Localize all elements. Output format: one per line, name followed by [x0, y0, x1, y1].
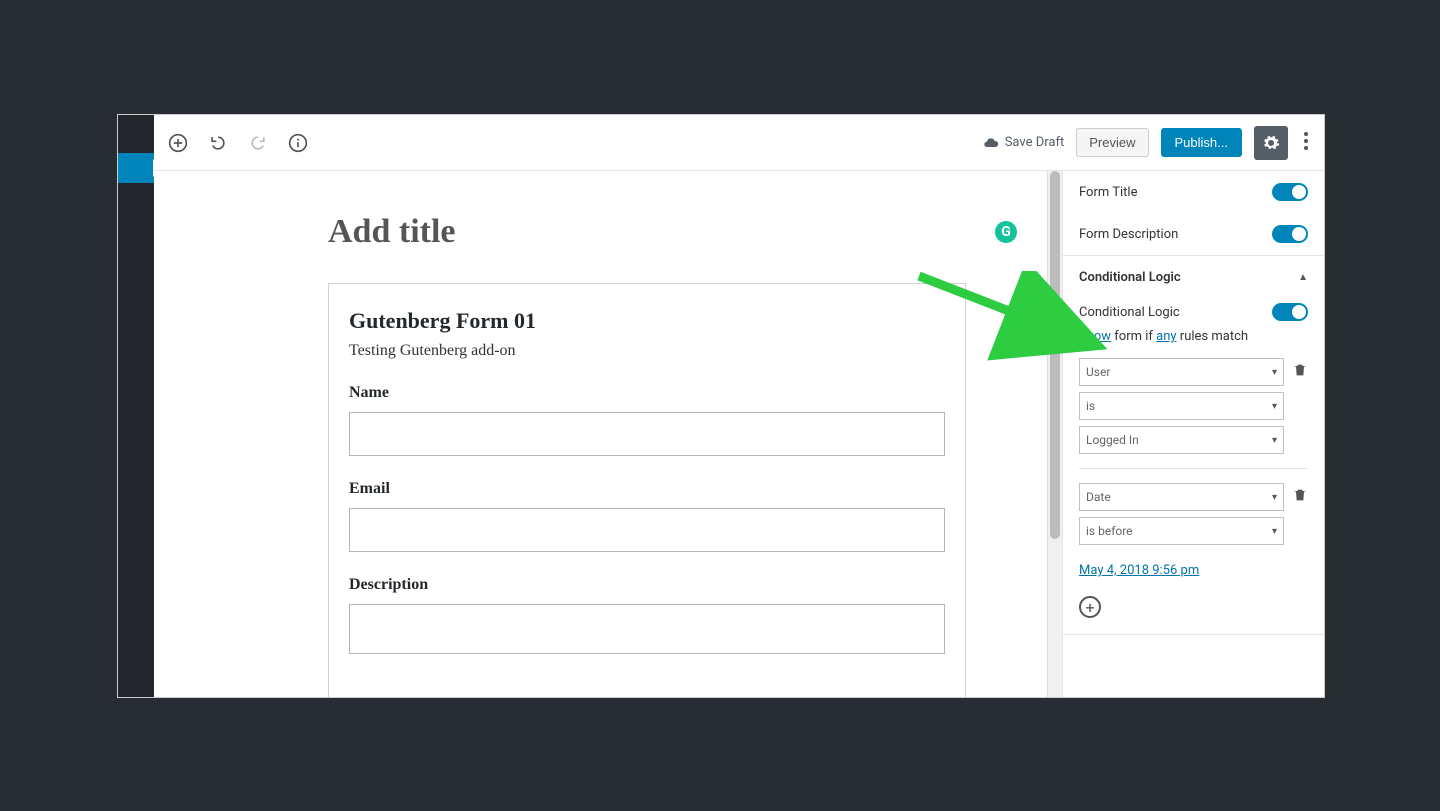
scrollbar-thumb[interactable] [1050, 171, 1060, 539]
rule-field-select[interactable]: Date [1079, 483, 1284, 511]
save-draft-button[interactable]: Save Draft [983, 135, 1065, 151]
rule-operator-select[interactable]: is [1079, 392, 1284, 420]
trash-icon [1292, 487, 1308, 503]
field-label: Name [349, 384, 945, 402]
add-block-button[interactable] [166, 131, 190, 155]
form-title-toggle[interactable] [1272, 183, 1308, 201]
form-description: Testing Gutenberg add-on [349, 342, 945, 360]
cloud-icon [983, 135, 999, 151]
show-hide-link[interactable]: Show [1079, 329, 1111, 344]
collapse-icon: ▲ [1298, 272, 1308, 283]
post-title-input[interactable]: Add title [328, 213, 947, 251]
form-description-toggle[interactable] [1272, 225, 1308, 243]
gear-icon [1262, 134, 1280, 152]
any-all-link[interactable]: any [1156, 329, 1176, 344]
conditional-logic-toggle-label: Conditional Logic [1079, 305, 1180, 320]
info-button[interactable] [286, 131, 310, 155]
preview-button[interactable]: Preview [1076, 128, 1148, 157]
form-title-toggle-row: Form Title [1063, 171, 1324, 213]
wp-admin-collapse-tab[interactable] [118, 153, 154, 183]
form-description-toggle-label: Form Description [1079, 227, 1178, 242]
conditional-logic-toggle[interactable] [1272, 303, 1308, 321]
kebab-icon [1304, 132, 1308, 150]
form-field-description: Description [349, 576, 945, 654]
form-title: Gutenberg Form 01 [349, 308, 945, 334]
trash-icon [1292, 362, 1308, 378]
rule-group-1: User is Logged In [1079, 358, 1308, 469]
undo-button[interactable] [206, 131, 230, 155]
rule-group-2: Date is before [1079, 483, 1308, 545]
field-label: Description [349, 576, 945, 594]
grammarly-icon[interactable]: G [995, 221, 1017, 243]
delete-rule-button[interactable] [1292, 487, 1308, 505]
conditional-logic-header[interactable]: Conditional Logic ▲ [1063, 256, 1324, 299]
settings-button[interactable] [1254, 126, 1288, 160]
section-title: Conditional Logic [1079, 270, 1181, 285]
rule-field-select[interactable]: User [1079, 358, 1284, 386]
name-input[interactable] [349, 412, 945, 456]
form-field-name: Name [349, 384, 945, 456]
editor-frame: Save Draft Preview Publish... Add title … [154, 115, 1324, 697]
scrollbar[interactable] [1047, 171, 1062, 697]
rule-operator-select[interactable]: is before [1079, 517, 1284, 545]
form-title-toggle-label: Form Title [1079, 185, 1137, 200]
form-block[interactable]: Gutenberg Form 01 Testing Gutenberg add-… [328, 283, 966, 697]
editor-topbar: Save Draft Preview Publish... [154, 115, 1324, 171]
delete-rule-button[interactable] [1292, 362, 1308, 380]
editor-content: Add title G Gutenberg Form 01 Testing Gu… [154, 171, 1047, 697]
field-label: Email [349, 480, 945, 498]
conditional-logic-section: Conditional Logic ▲ Conditional Logic Sh… [1063, 255, 1324, 634]
rule-date-link[interactable]: May 4, 2018 9:56 pm [1079, 563, 1199, 578]
save-draft-label: Save Draft [1005, 135, 1065, 150]
form-field-email: Email [349, 480, 945, 552]
description-input[interactable] [349, 604, 945, 654]
publish-button[interactable]: Publish... [1161, 128, 1242, 157]
add-rule-button[interactable]: + [1079, 596, 1101, 618]
conditional-logic-toggle-row: Conditional Logic [1079, 299, 1308, 321]
more-menu-button[interactable] [1300, 132, 1312, 154]
email-input[interactable] [349, 508, 945, 552]
rule-value-select[interactable]: Logged In [1079, 426, 1284, 454]
form-description-toggle-row: Form Description [1063, 213, 1324, 255]
rule-sentence: Show form if any rules match [1079, 329, 1308, 344]
next-section[interactable] [1063, 634, 1324, 654]
redo-button[interactable] [246, 131, 270, 155]
settings-sidebar: Form Title Form Description Conditional … [1062, 171, 1324, 697]
